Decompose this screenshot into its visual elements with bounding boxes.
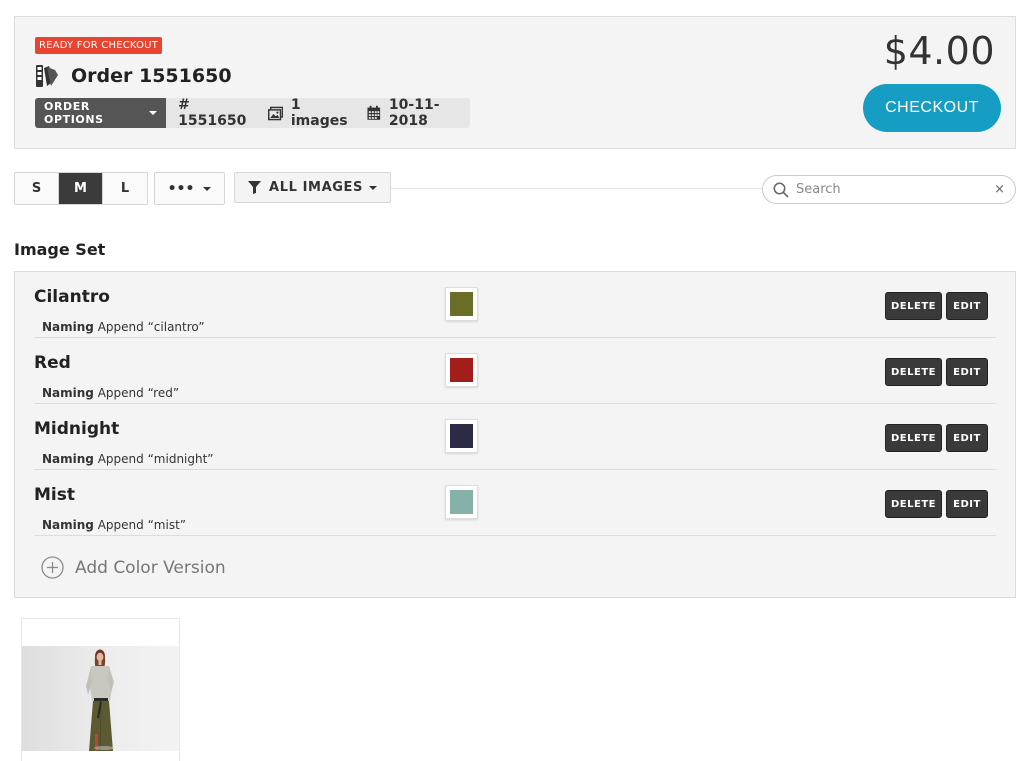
naming-label: Naming [42, 386, 94, 400]
edit-button[interactable]: EDIT [946, 424, 988, 452]
order-options-dropdown[interactable]: ORDER OPTIONS [35, 98, 167, 128]
order-meta-bar: ORDER OPTIONS # 1551650 1 images 10-11-2… [35, 97, 470, 129]
order-number-label: # 1551650 [178, 97, 247, 129]
naming-line: Naming Append “cilantro” [42, 320, 205, 334]
color-swatch[interactable] [445, 353, 478, 387]
image-set-title: Image Set [14, 240, 106, 259]
edit-button[interactable]: EDIT [946, 358, 988, 386]
filter-icon [248, 181, 262, 194]
naming-line: Naming Append “red” [42, 386, 179, 400]
naming-line: Naming Append “mist” [42, 518, 186, 532]
row-actions: DELETE EDIT [885, 292, 992, 320]
delete-button[interactable]: DELETE [885, 424, 942, 452]
add-color-version-button[interactable]: Add Color Version [41, 556, 226, 579]
naming-label: Naming [42, 518, 94, 532]
more-options-dropdown[interactable]: ••• [154, 172, 225, 205]
product-photo [22, 646, 179, 751]
swatch-fill [450, 490, 473, 514]
search-box: × [762, 175, 1016, 204]
order-summary-card: READY FOR CHECKOUT Order 1551650 ORDER O… [14, 16, 1016, 149]
plus-circle-icon [41, 556, 64, 579]
color-name: Midnight [34, 419, 120, 439]
order-date: 10-11-2018 [367, 97, 470, 129]
clear-search-icon[interactable]: × [994, 182, 1005, 197]
image-set-panel: Cilantro Naming Append “cilantro” DELETE… [14, 271, 1016, 598]
swatch-book-icon [36, 65, 58, 87]
order-title: Order 1551650 [71, 65, 232, 87]
color-row-midnight: Midnight Naming Append “midnight” DELETE… [34, 404, 996, 470]
order-title-row: Order 1551650 [35, 63, 232, 89]
size-s-button[interactable]: S [15, 173, 59, 204]
color-row-red: Red Naming Append “red” DELETE EDIT [34, 338, 996, 404]
naming-value: Append “red” [97, 386, 180, 400]
search-input[interactable] [794, 181, 984, 198]
row-actions: DELETE EDIT [885, 490, 992, 518]
color-swatch[interactable] [445, 287, 478, 321]
more-icon: ••• [167, 180, 195, 197]
naming-value: Append “mist” [97, 518, 186, 532]
color-swatch[interactable] [445, 419, 478, 453]
naming-line: Naming Append “midnight” [42, 452, 214, 466]
color-name: Cilantro [34, 287, 110, 307]
delete-button[interactable]: DELETE [885, 292, 942, 320]
edit-button[interactable]: EDIT [946, 490, 988, 518]
order-date-label: 10-11-2018 [388, 97, 440, 129]
color-name: Red [34, 353, 71, 373]
images-icon [267, 106, 283, 120]
size-l-button[interactable]: L [103, 173, 147, 204]
search-icon [773, 182, 789, 198]
caret-down-icon [203, 186, 212, 191]
status-badge: READY FOR CHECKOUT [35, 37, 163, 54]
delete-button[interactable]: DELETE [885, 490, 942, 518]
color-row-cilantro: Cilantro Naming Append “cilantro” DELETE… [34, 272, 996, 338]
swatch-fill [450, 292, 473, 316]
caret-down-icon [149, 111, 158, 115]
order-options-label: ORDER OPTIONS [44, 100, 104, 126]
naming-value: Append “cilantro” [97, 320, 205, 334]
color-swatch[interactable] [445, 485, 478, 519]
swatch-fill [450, 424, 473, 448]
swatch-fill [450, 358, 473, 382]
size-toggle-group: S M L [14, 172, 148, 205]
delete-button[interactable]: DELETE [885, 358, 942, 386]
add-color-version-label: Add Color Version [75, 557, 226, 578]
naming-label: Naming [42, 452, 94, 466]
images-count-label: 1 images [290, 97, 348, 129]
checkout-button[interactable]: CHECKOUT [863, 84, 1001, 132]
image-thumbnail[interactable] [21, 618, 180, 761]
row-actions: DELETE EDIT [885, 424, 992, 452]
order-number: # 1551650 [178, 97, 255, 129]
color-row-mist: Mist Naming Append “mist” DELETE EDIT [34, 470, 996, 536]
row-actions: DELETE EDIT [885, 358, 992, 386]
images-count: 1 images [267, 97, 356, 129]
filter-dropdown[interactable]: ALL IMAGES [234, 172, 391, 203]
filter-label: ALL IMAGES [269, 180, 363, 195]
calendar-icon [367, 105, 381, 120]
caret-down-icon [368, 185, 377, 190]
naming-value: Append “midnight” [97, 452, 214, 466]
size-m-button[interactable]: M [59, 173, 103, 204]
order-price: $4.00 [883, 29, 995, 73]
color-name: Mist [34, 485, 75, 505]
naming-label: Naming [42, 320, 94, 334]
edit-button[interactable]: EDIT [946, 292, 988, 320]
